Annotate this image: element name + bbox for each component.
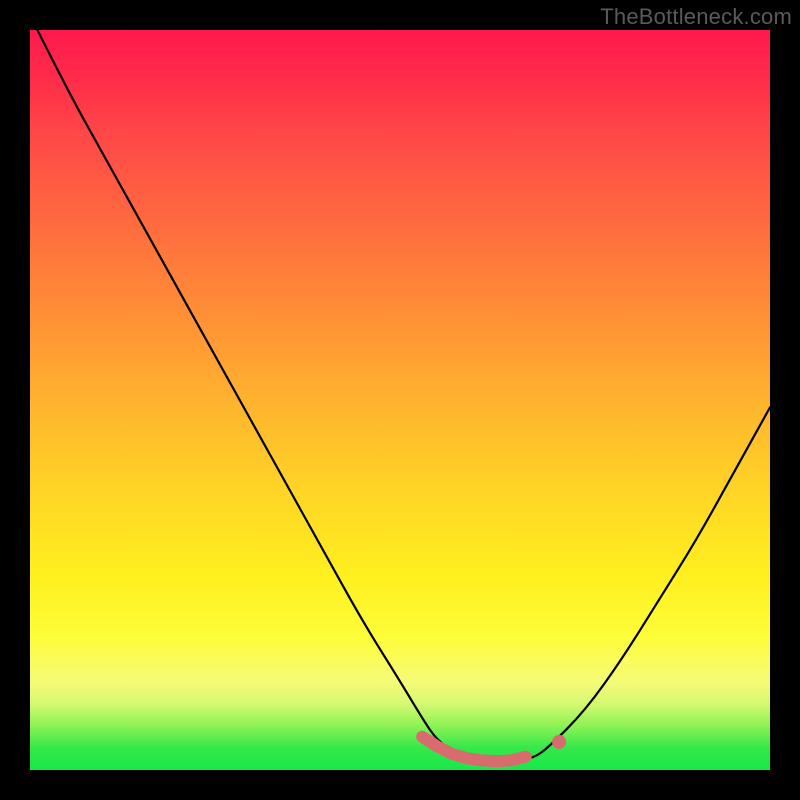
right-marker-dot: [552, 735, 566, 749]
plot-area: [30, 30, 770, 770]
bottleneck-curve: [30, 15, 770, 761]
chart-frame: TheBottleneck.com: [0, 0, 800, 800]
trough-marker-segment: [422, 737, 526, 761]
watermark-text: TheBottleneck.com: [600, 4, 792, 30]
chart-svg: [30, 30, 770, 770]
